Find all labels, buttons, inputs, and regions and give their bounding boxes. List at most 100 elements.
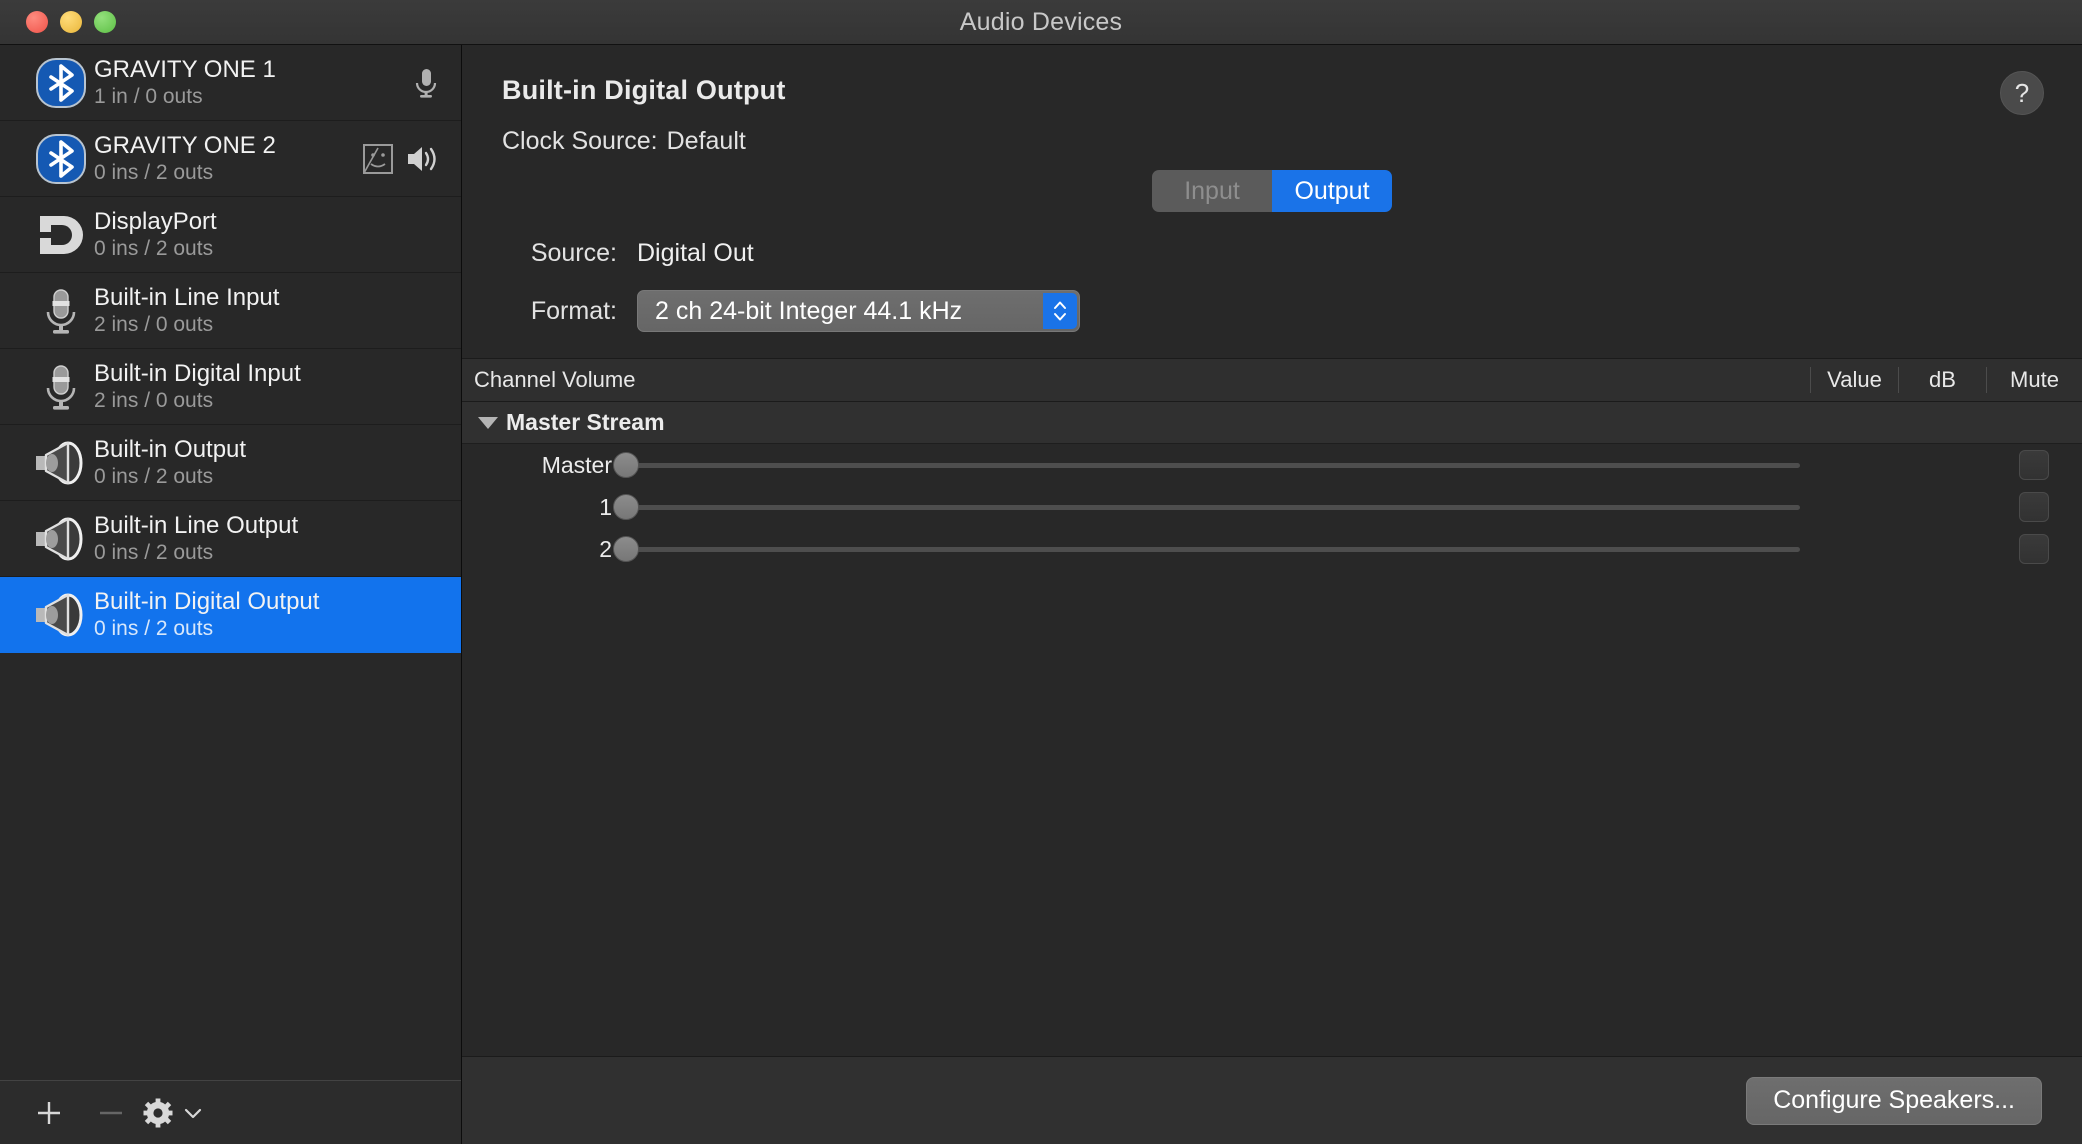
configure-speakers-button[interactable]: Configure Speakers... <box>1746 1076 2042 1125</box>
mute-checkbox[interactable] <box>2019 450 2049 480</box>
device-list-item[interactable]: Built-in Digital Input 2 ins / 0 outs <box>0 349 461 425</box>
device-channel-count: 0 ins / 2 outs <box>94 237 214 261</box>
minimize-button[interactable] <box>60 11 82 33</box>
column-header-mute[interactable]: Mute <box>1986 367 2082 393</box>
slider-track[interactable] <box>613 452 1800 478</box>
device-list-item[interactable]: Built-in Digital Output 0 ins / 2 outs <box>0 577 461 653</box>
disclosure-triangle-icon[interactable] <box>478 416 498 429</box>
channel-row: 1 <box>462 486 2082 528</box>
format-value: 2 ch 24-bit Integer 44.1 kHz <box>655 296 963 325</box>
device-text: Built-in Digital Output 0 ins / 2 outs <box>94 588 441 642</box>
io-tabs-wrapper: Input Output <box>462 170 2082 212</box>
device-channel-count: 2 ins / 0 outs <box>94 389 214 413</box>
remove-device-button[interactable] <box>80 1082 142 1144</box>
help-button[interactable]: ? <box>2000 71 2044 115</box>
device-name: GRAVITY ONE 1 <box>94 55 276 83</box>
device-list-item[interactable]: Built-in Line Input 2 ins / 0 outs <box>0 273 461 349</box>
device-actions-button[interactable] <box>142 1082 204 1144</box>
slider-knob[interactable] <box>613 452 639 478</box>
clock-source-row: Clock Source: Default <box>502 127 2082 156</box>
chevron-down-icon <box>184 1108 202 1118</box>
speaker-icon <box>32 512 90 566</box>
slider-track[interactable] <box>613 494 1800 520</box>
device-icon <box>28 208 94 262</box>
format-popup-button[interactable]: 2 ch 24-bit Integer 44.1 kHz <box>637 290 1080 332</box>
device-fields: Source: Digital Out Format: 2 ch 24-bit … <box>462 212 2082 334</box>
system-sound-icon <box>361 142 395 176</box>
device-text: Built-in Line Input 2 ins / 0 outs <box>94 284 441 338</box>
device-list: GRAVITY ONE 11 in / 0 outs GRAVITY ONE 20… <box>0 45 461 1080</box>
plus-icon <box>38 1101 60 1124</box>
zoom-button[interactable] <box>94 11 116 33</box>
column-header-channel-volume[interactable]: Channel Volume <box>462 367 1810 393</box>
io-segmented-control: Input Output <box>1152 170 1392 212</box>
microphone-icon <box>34 284 88 338</box>
device-icon <box>28 56 94 110</box>
volume-slider[interactable] <box>612 494 1810 520</box>
gear-icon <box>143 1098 173 1127</box>
window-title: Audio Devices <box>959 7 1123 36</box>
tab-output[interactable]: Output <box>1272 170 1392 212</box>
device-icon <box>28 360 94 414</box>
source-row: Source: Digital Out <box>502 230 2082 276</box>
source-value[interactable]: Digital Out <box>637 239 754 268</box>
add-device-button[interactable] <box>18 1082 80 1144</box>
device-name: Built-in Digital Input <box>94 359 301 387</box>
slider-track[interactable] <box>613 536 1800 562</box>
device-status-icons <box>361 142 447 176</box>
close-button[interactable] <box>26 11 48 33</box>
source-label: Source: <box>530 238 617 267</box>
device-list-item[interactable]: Built-in Output 0 ins / 2 outs <box>0 425 461 501</box>
device-name: Built-in Output <box>94 435 247 463</box>
speaker-icon <box>32 588 90 642</box>
mute-checkbox[interactable] <box>2019 534 2049 564</box>
device-list-item[interactable]: GRAVITY ONE 11 in / 0 outs <box>0 45 461 121</box>
clock-source-value[interactable]: Default <box>667 127 746 156</box>
sidebar-toolbar <box>0 1080 461 1144</box>
device-list-item[interactable]: DisplayPort 0 ins / 2 outs <box>0 197 461 273</box>
device-text: GRAVITY ONE 11 in / 0 outs <box>94 56 411 110</box>
volume-slider[interactable] <box>612 452 1810 478</box>
column-header-db[interactable]: dB <box>1898 367 1986 393</box>
channel-table-header: Channel Volume Value dB Mute <box>462 358 2082 402</box>
traffic-light-group <box>0 11 116 33</box>
device-text: Built-in Line Output 0 ins / 2 outs <box>94 512 441 566</box>
master-stream-group-row[interactable]: Master Stream <box>462 402 2082 444</box>
device-detail-pane: Built-in Digital Output Clock Source: De… <box>462 45 2082 1144</box>
device-text: Built-in Output 0 ins / 2 outs <box>94 436 441 490</box>
device-status-icons <box>411 66 447 100</box>
channel-mute-cell <box>1986 492 2082 522</box>
slider-knob[interactable] <box>613 536 639 562</box>
stepper-arrows-icon[interactable] <box>1043 293 1077 329</box>
device-icon <box>28 284 94 338</box>
column-header-value[interactable]: Value <box>1810 367 1898 393</box>
channel-row: Master <box>462 444 2082 486</box>
speaker-small-icon <box>405 143 441 175</box>
device-sidebar: GRAVITY ONE 11 in / 0 outs GRAVITY ONE 20… <box>0 45 462 1144</box>
device-name: Built-in Digital Output <box>94 587 320 615</box>
channel-label: 1 <box>599 493 612 520</box>
device-name: GRAVITY ONE 2 <box>94 131 276 159</box>
device-text: Built-in Digital Input 2 ins / 0 outs <box>94 360 441 414</box>
device-name: DisplayPort <box>94 207 217 235</box>
detail-header: Built-in Digital Output Clock Source: De… <box>462 45 2082 156</box>
slider-knob[interactable] <box>613 494 639 520</box>
device-name: Built-in Line Output <box>94 511 299 539</box>
bluetooth-icon <box>34 132 88 186</box>
tab-input[interactable]: Input <box>1152 170 1272 212</box>
device-channel-count: 0 ins / 2 outs <box>94 161 214 185</box>
page-title: Built-in Digital Output <box>502 75 786 105</box>
minus-icon <box>100 1111 122 1114</box>
volume-slider[interactable] <box>612 536 1810 562</box>
channel-label: Master <box>541 451 612 478</box>
channel-row: 2 <box>462 528 2082 570</box>
format-row: Format: 2 ch 24-bit Integer 44.1 kHz <box>502 288 2082 334</box>
audio-devices-window: Audio Devices GRAVITY ONE 11 in / 0 outs… <box>0 0 2082 1144</box>
device-icon <box>28 132 94 186</box>
mute-checkbox[interactable] <box>2019 492 2049 522</box>
window-body: GRAVITY ONE 11 in / 0 outs GRAVITY ONE 20… <box>0 45 2082 1144</box>
device-list-item[interactable]: Built-in Line Output 0 ins / 2 outs <box>0 501 461 577</box>
clock-source-label: Clock Source: <box>502 127 658 155</box>
format-label: Format: <box>530 296 617 325</box>
device-list-item[interactable]: GRAVITY ONE 20 ins / 2 outs <box>0 121 461 197</box>
